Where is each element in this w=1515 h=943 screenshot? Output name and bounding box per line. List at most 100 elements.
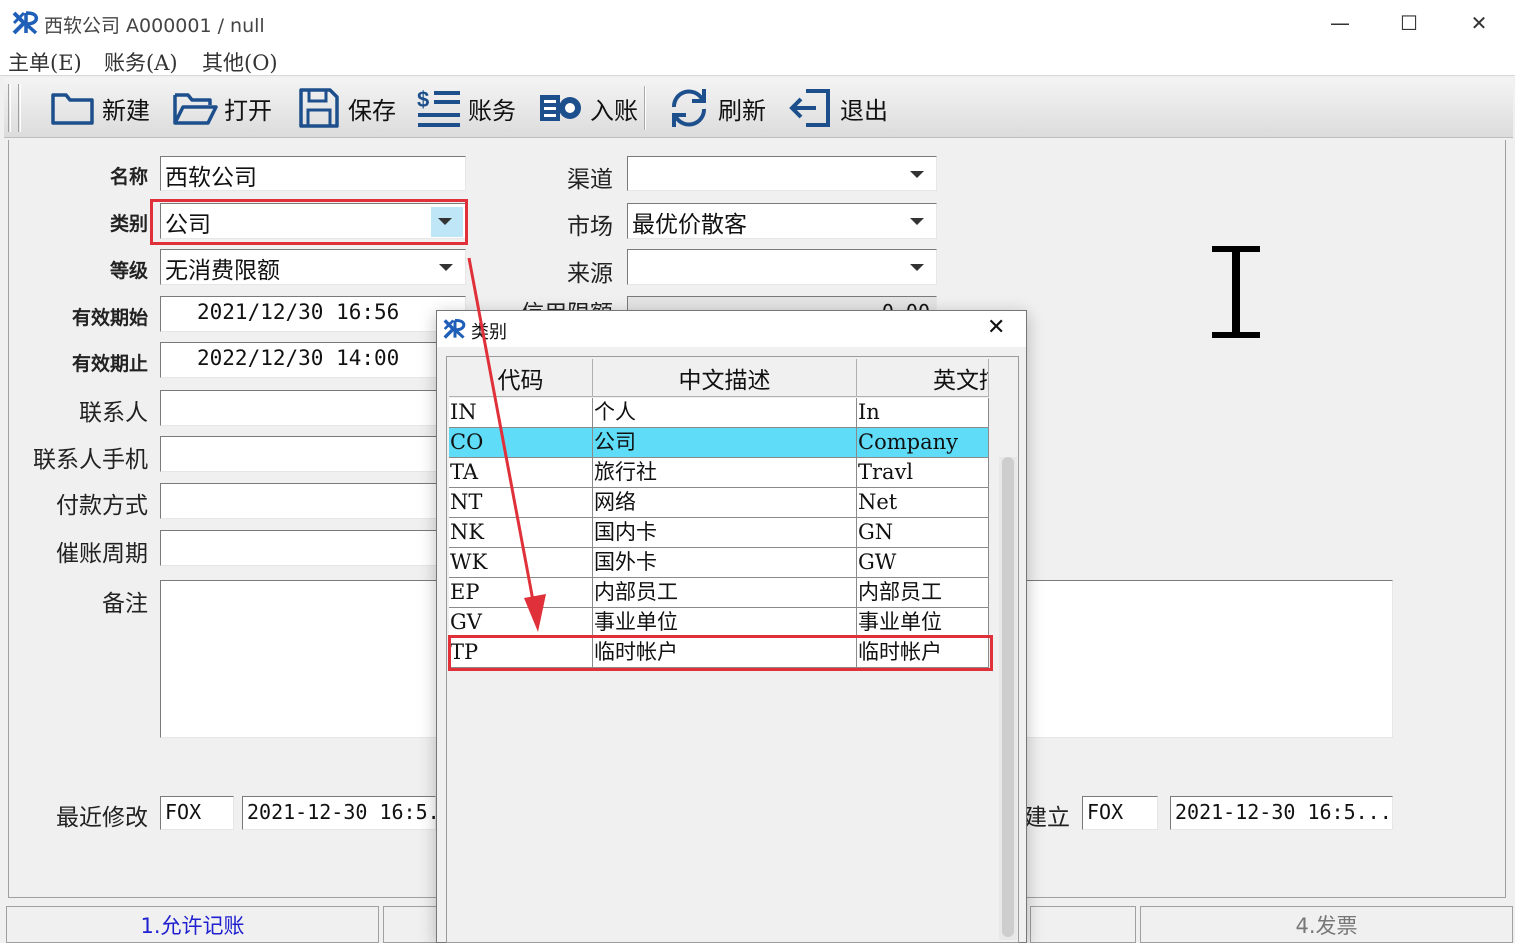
remark-label: 备注 xyxy=(102,591,148,617)
payment-input[interactable] xyxy=(160,483,466,519)
name-input[interactable]: 西软公司 xyxy=(160,156,466,191)
scrollbar-thumb[interactable] xyxy=(1002,457,1014,937)
last-modified-label: 最近修改 xyxy=(56,805,148,831)
grid-vertical-scrollbar[interactable] xyxy=(999,457,1017,940)
column-header-code[interactable]: 代码 xyxy=(449,359,593,397)
valid-from-label: 有效期始 xyxy=(71,307,148,329)
menu-bar: 主单(E) 账务(A) 其他(O) xyxy=(0,46,1515,76)
source-combo[interactable] xyxy=(627,249,937,285)
cell-code: CO xyxy=(449,428,593,457)
cell-cn: 事业单位 xyxy=(593,608,857,637)
open-button[interactable]: 打开 xyxy=(172,82,272,134)
channel-label: 渠道 xyxy=(567,167,613,193)
payment-label: 付款方式 xyxy=(56,493,148,519)
level-combo[interactable]: 无消费限额 xyxy=(160,249,466,285)
minimize-button[interactable]: — xyxy=(1305,0,1375,46)
column-header-cn[interactable]: 中文描述 xyxy=(593,359,857,397)
cell-code: TA xyxy=(449,458,593,487)
ledger-button-label: 账务 xyxy=(468,96,516,125)
folder-open-icon xyxy=(173,93,218,125)
contact-phone-input[interactable] xyxy=(160,436,466,472)
exit-button-label: 退出 xyxy=(840,96,888,125)
post-entry-icon xyxy=(540,95,581,121)
valid-from-input[interactable]: 2021/12/30 16:56 xyxy=(160,296,466,332)
contact-label: 联系人 xyxy=(79,400,148,426)
level-value: 无消费限额 xyxy=(165,258,280,284)
last-modified-user: FOX xyxy=(160,796,234,830)
dialog-close-button[interactable]: ✕ xyxy=(987,315,1005,340)
cell-en: 事业单位 xyxy=(857,608,989,637)
post-entry-button[interactable]: 入账 xyxy=(538,82,638,134)
cell-cn: 内部员工 xyxy=(593,578,857,607)
toolbar-grip[interactable] xyxy=(18,84,21,132)
chevron-down-icon xyxy=(439,264,453,271)
save-button-label: 保存 xyxy=(348,96,396,125)
valid-to-input[interactable]: 2022/12/30 14:00 xyxy=(160,342,466,378)
channel-combo[interactable] xyxy=(627,156,937,191)
category-dialog: 类别 ✕ 代码 中文描述 英文描述 IN 个人 In CO 公司 Company… xyxy=(436,310,1027,943)
cell-code: NK xyxy=(449,518,593,547)
cell-code: IN xyxy=(449,398,593,427)
dunning-label: 催账周期 xyxy=(56,541,148,567)
market-value: 最优价散客 xyxy=(632,212,747,238)
dunning-input[interactable] xyxy=(160,530,466,566)
dialog-title: 类别 xyxy=(471,322,507,343)
new-button-label: 新建 xyxy=(102,96,150,125)
ledger-icon: $ xyxy=(417,87,460,127)
table-row[interactable]: WK 国外卡 GW xyxy=(449,548,989,578)
cell-en: Travl xyxy=(857,458,989,487)
created-user: FOX xyxy=(1082,796,1158,830)
cell-en: Net xyxy=(857,488,989,517)
ledger-button[interactable]: $ 账务 xyxy=(416,82,516,134)
cell-cn: 公司 xyxy=(593,428,857,457)
cell-cn: 国外卡 xyxy=(593,548,857,577)
table-row[interactable]: NT 网络 Net xyxy=(449,488,989,518)
close-button[interactable]: ✕ xyxy=(1444,0,1514,46)
cell-en: 内部员工 xyxy=(857,578,989,607)
cell-code: WK xyxy=(449,548,593,577)
cell-cn: 国内卡 xyxy=(593,518,857,547)
save-button[interactable]: 保存 xyxy=(296,82,396,134)
open-button-label: 打开 xyxy=(224,96,272,125)
tab-hidden[interactable] xyxy=(383,906,443,943)
cell-code: EP xyxy=(449,578,593,607)
menu-accounts[interactable]: 账务(A) xyxy=(104,47,178,77)
cell-cn: 个人 xyxy=(593,398,857,427)
cell-code: NT xyxy=(449,488,593,517)
toolbar: 新建 打开 保存 $ 账务 入账 刷新 退出 xyxy=(4,78,1513,138)
refresh-button[interactable]: 刷新 xyxy=(666,82,766,134)
column-header-en[interactable]: 英文描述 xyxy=(857,359,989,397)
table-row[interactable]: TA 旅行社 Travl xyxy=(449,458,989,488)
cell-cn: 旅行社 xyxy=(593,458,857,487)
tab-hidden[interactable] xyxy=(1030,906,1136,943)
new-button[interactable]: 新建 xyxy=(50,82,150,134)
cell-en: GW xyxy=(857,548,989,577)
table-row[interactable]: NK 国内卡 GN xyxy=(449,518,989,548)
toolbar-grip[interactable] xyxy=(8,84,11,132)
category-label: 类别 xyxy=(109,213,148,235)
exit-button[interactable]: 退出 xyxy=(788,82,888,134)
dialog-title-bar: 类别 ✕ xyxy=(437,311,1026,347)
menu-other[interactable]: 其他(O) xyxy=(202,47,278,77)
table-row[interactable]: GV 事业单位 事业单位 xyxy=(449,608,989,638)
cell-en: GN xyxy=(857,518,989,547)
tab-allow-posting[interactable]: 1.允许记账 xyxy=(6,906,379,943)
app-logo-icon xyxy=(12,11,39,35)
cell-cn: 网络 xyxy=(593,488,857,517)
post-entry-button-label: 入账 xyxy=(590,96,638,125)
annotation-box-row xyxy=(448,635,993,671)
refresh-icon xyxy=(671,89,707,127)
menu-main[interactable]: 主单(E) xyxy=(8,47,82,77)
table-row[interactable]: IN 个人 In xyxy=(449,398,989,428)
contact-phone-label: 联系人手机 xyxy=(33,447,148,473)
level-label: 等级 xyxy=(109,260,148,282)
table-row[interactable]: EP 内部员工 内部员工 xyxy=(449,578,989,608)
market-label: 市场 xyxy=(567,214,613,240)
contact-input[interactable] xyxy=(160,390,466,426)
maximize-button[interactable]: ☐ xyxy=(1374,0,1444,46)
market-combo[interactable]: 最优价散客 xyxy=(627,203,937,239)
folder-new-icon xyxy=(51,93,94,125)
table-row-selected[interactable]: CO 公司 Company xyxy=(449,428,989,458)
app-logo-icon xyxy=(443,318,466,339)
tab-invoice[interactable]: 4.发票 xyxy=(1140,906,1513,943)
